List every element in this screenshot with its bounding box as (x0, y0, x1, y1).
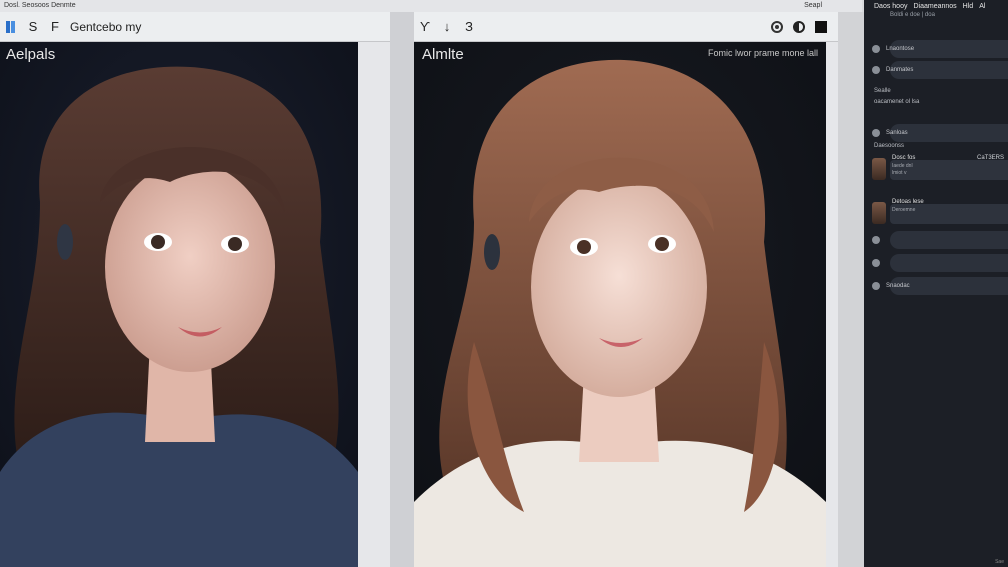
sidebar-text: Sealle (874, 88, 891, 94)
sidebar-header-item[interactable]: Hld (963, 3, 974, 10)
right-image-note: Fomic lwor prame mone lall (707, 48, 818, 58)
circle-icon (872, 129, 880, 137)
pane-gutter-right[interactable] (838, 12, 864, 567)
left-portrait-image[interactable]: Aelpals (0, 42, 358, 567)
card-thumbnail (872, 158, 886, 180)
sidebar-item[interactable] (872, 231, 1008, 249)
sidebar-card[interactable]: Dosc fos Iaede dnl lmiot v CaT3ERS (872, 154, 1008, 184)
down-arrow-icon[interactable]: ↓ (440, 19, 454, 35)
contrast-icon[interactable] (792, 19, 806, 35)
square-icon[interactable] (814, 19, 828, 35)
sidebar-text: oacamenet ol lsa (874, 99, 920, 105)
sidebar-item[interactable]: Snaodac (872, 277, 1008, 295)
sidebar-item-label: Snaodac (886, 283, 910, 289)
pin-icon[interactable]: Ƴ (418, 19, 432, 35)
card-subtitle: Deroemne (892, 207, 916, 213)
circle-icon (872, 236, 880, 244)
circle-icon (872, 45, 880, 53)
left-image-title: Aelpals (6, 46, 56, 63)
sidebar-footer: Sae (995, 559, 1004, 565)
top-strip: Dosl. Seosoos Denmte Seapl (0, 0, 862, 12)
card-badge: CaT3ERS (976, 155, 1004, 161)
sidebar-item-label: Danmates (886, 67, 914, 73)
sidebar-item[interactable] (872, 254, 1008, 272)
left-image-pane: S F Gentcebo my Aelpals (0, 12, 390, 567)
right-image-title: Almlte (422, 46, 464, 63)
sidebar-header: Daos hooy Diaameannos Hld Al (874, 3, 1004, 10)
sidebar-header-item[interactable]: Daos hooy (874, 3, 907, 10)
sidebar-card[interactable]: Detoas lese Deroemne (872, 198, 1008, 228)
sidebar-header-item[interactable]: Al (979, 3, 985, 10)
circle-icon[interactable] (770, 19, 784, 35)
f-icon[interactable]: F (48, 19, 62, 35)
right-toolbar: Ƴ ↓ З (414, 12, 838, 42)
circle-icon (872, 282, 880, 290)
s-icon[interactable]: S (26, 19, 40, 35)
circle-icon (872, 66, 880, 74)
card-thumbnail (872, 202, 886, 224)
circle-icon (872, 259, 880, 267)
sidebar-item[interactable]: Sanloas (872, 124, 1008, 142)
sidebar-item[interactable]: Lnaontose (872, 40, 1008, 58)
sidebar-subtitle: Boldi e doe | doa (890, 12, 935, 18)
sidebar-text: Daesoonss (874, 143, 905, 149)
sidebar: Daos hooy Diaameannos Hld Al Boldi e doe… (864, 0, 1008, 567)
pane-gutter[interactable] (390, 12, 414, 567)
number-three-icon[interactable]: З (462, 19, 476, 35)
card-title: Dosc fos (892, 155, 916, 161)
card-title: Detoas lese (892, 199, 924, 205)
card-subtitle: lmiot v (892, 170, 907, 176)
card-subtitle: Iaede dnl (892, 163, 913, 169)
sidebar-item-label: Lnaontose (886, 46, 915, 52)
left-toolbar: S F Gentcebo my (0, 12, 390, 42)
sidebar-header-item[interactable]: Diaameannos (913, 3, 956, 10)
book-icon[interactable] (4, 19, 18, 35)
right-portrait-image[interactable]: Almlte Fomic lwor prame mone lall (414, 42, 826, 567)
right-image-pane: Ƴ ↓ З Almlte Fomic lwor prame mone lall (414, 12, 838, 567)
top-strip-text: Dosl. Seosoos Denmte (4, 2, 76, 9)
top-strip-right-text[interactable]: Seapl (804, 2, 822, 9)
left-toolbar-label: Gentcebo my (70, 19, 142, 34)
sidebar-item[interactable]: Danmates (872, 61, 1008, 79)
sidebar-item-label: Sanloas (886, 130, 908, 136)
